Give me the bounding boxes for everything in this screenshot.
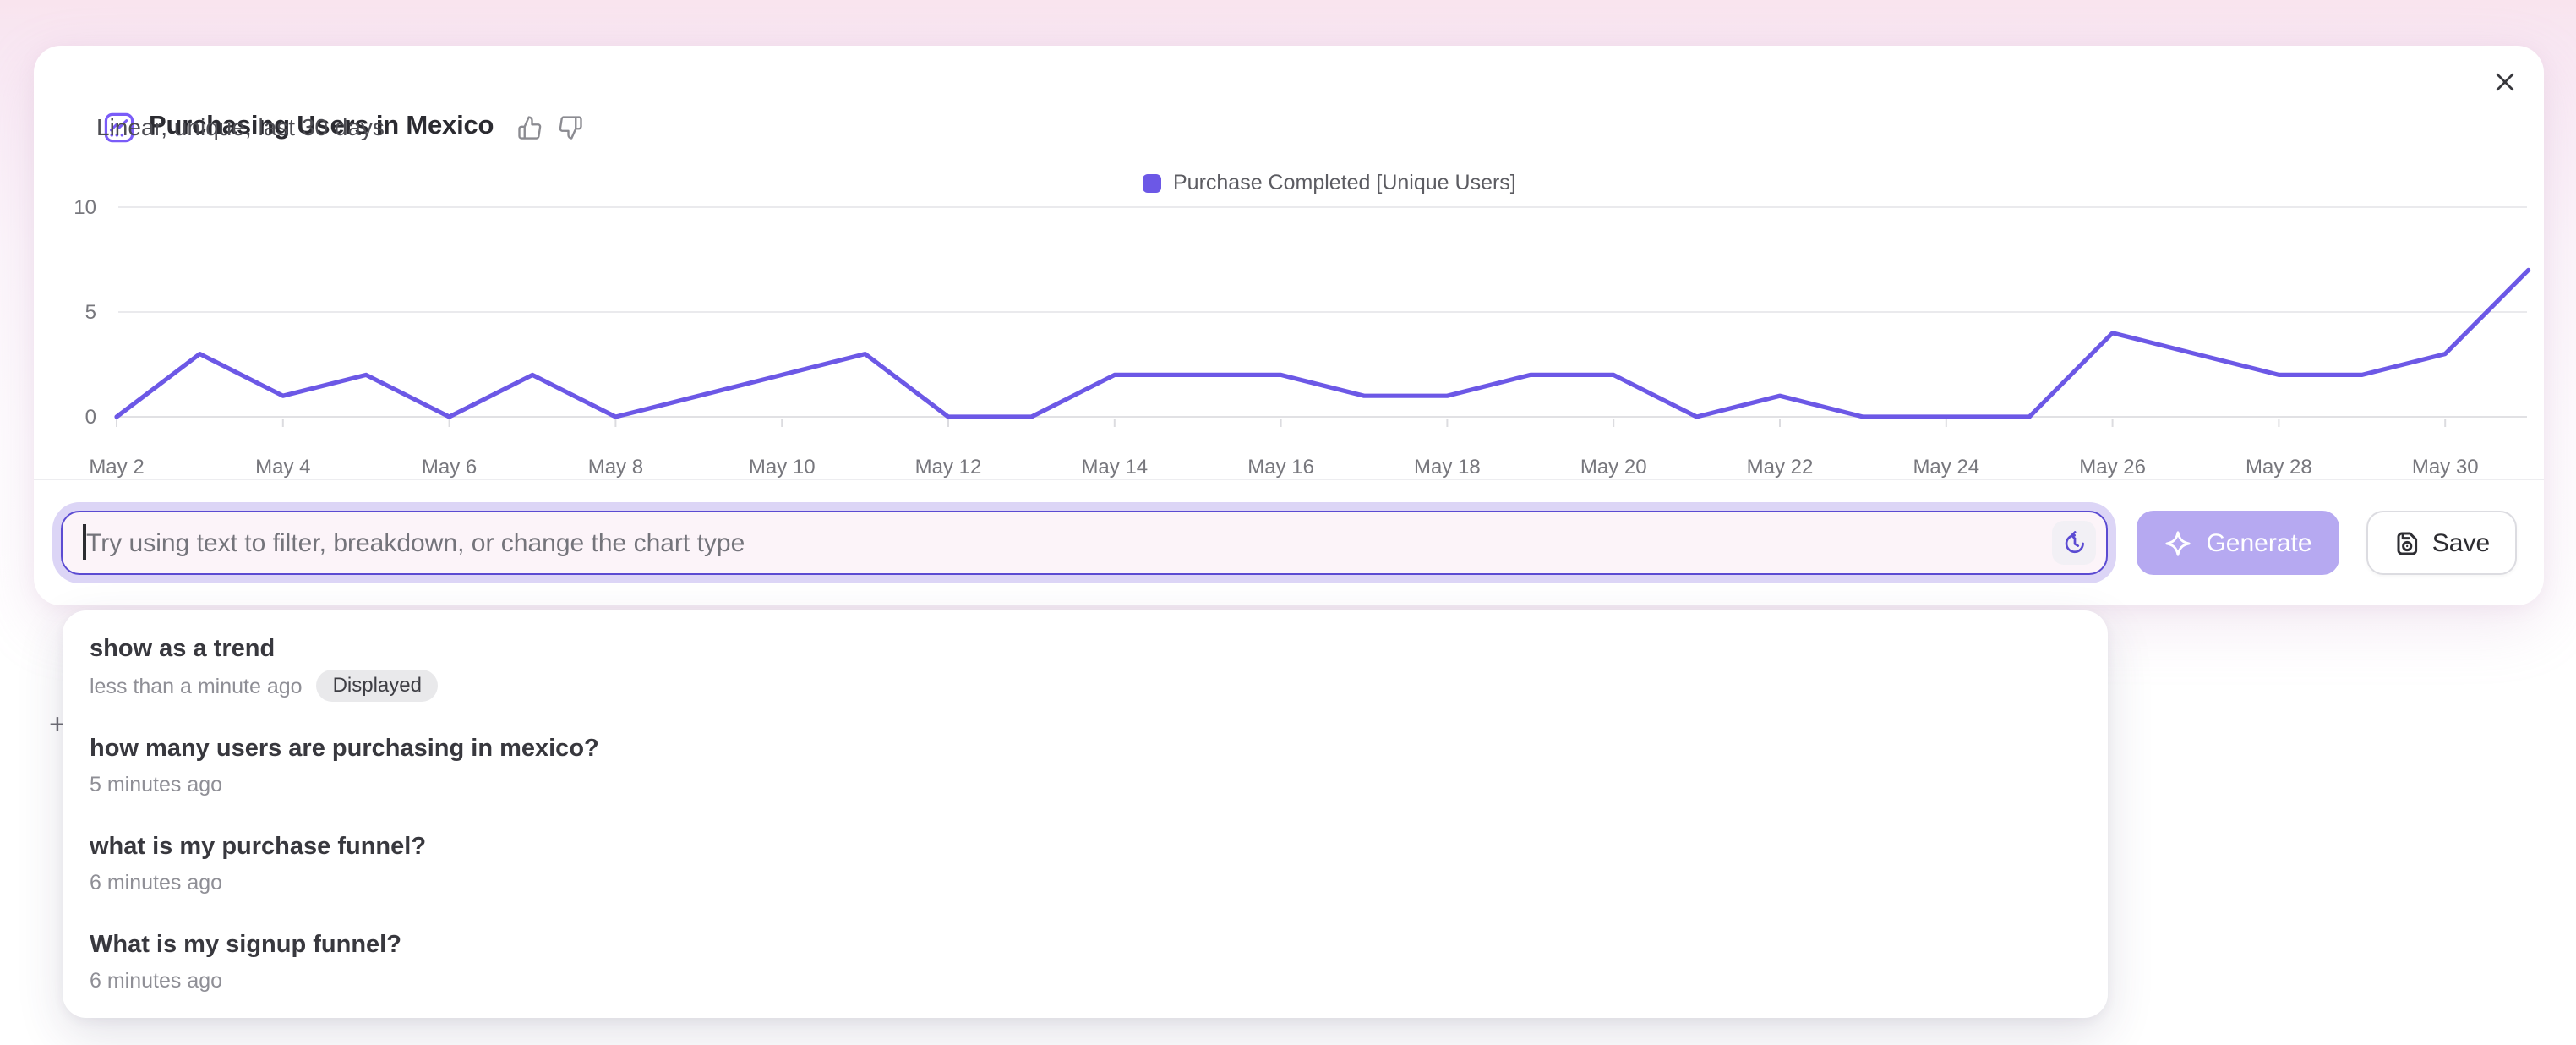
history-item-time: 5 minutes ago: [90, 769, 222, 800]
x-axis-tick-label: May 14: [1081, 456, 1148, 479]
section-divider: [34, 479, 2544, 480]
x-axis-tick-label: May 30: [2412, 456, 2479, 479]
save-label: Save: [2432, 528, 2490, 557]
close-button[interactable]: [2483, 59, 2527, 103]
chart-card: Purchasing Users in Mexico Linear, uniqu…: [34, 46, 2544, 605]
history-item-time: 6 minutes ago: [90, 966, 222, 996]
history-item-query: What is my signup funnel?: [90, 928, 2081, 962]
y-axis-tick-label: 10: [74, 196, 96, 219]
history-item-badge: Displayed: [316, 670, 439, 702]
history-clock-icon: [2060, 528, 2088, 557]
prompt-input[interactable]: [63, 512, 2106, 573]
x-axis-tick-label: May 24: [1913, 456, 1979, 479]
history-item-meta: less than a minute ago Displayed: [90, 670, 2081, 702]
generate-label: Generate: [2206, 528, 2311, 557]
generate-button[interactable]: Generate: [2137, 511, 2339, 575]
save-icon: [2393, 529, 2420, 556]
history-item-time: less than a minute ago: [90, 670, 303, 701]
history-item[interactable]: how many users are purchasing in mexico?…: [63, 717, 2108, 815]
x-axis-tick-label: May 28: [2246, 456, 2312, 479]
history-item-query: show as a trend: [90, 632, 2081, 666]
history-item-query: what is my purchase funnel?: [90, 830, 2081, 864]
y-axis-tick-label: 0: [85, 406, 96, 429]
history-item[interactable]: What is my signup funnel? 6 minutes ago: [63, 913, 2108, 1011]
history-button[interactable]: [2052, 521, 2096, 565]
history-item[interactable]: show as a trend less than a minute ago Dis…: [63, 617, 2108, 717]
x-axis-tick-label: May 22: [1747, 456, 1814, 479]
x-axis-tick-label: May 4: [255, 456, 310, 479]
history-item-meta: 6 minutes ago: [90, 867, 2081, 898]
x-axis-tick-label: May 6: [422, 456, 477, 479]
history-item-time: 6 minutes ago: [90, 867, 222, 898]
chart-series-line[interactable]: [117, 270, 2529, 417]
history-item-meta: 5 minutes ago: [90, 769, 2081, 800]
x-axis-tick-label: May 8: [588, 456, 643, 479]
history-dropdown: show as a trend less than a minute ago Dis…: [63, 610, 2108, 1018]
x-axis-tick-label: May 2: [89, 456, 144, 479]
sparkle-icon: [2164, 528, 2192, 557]
chart-subtitle: Linear, unique, last 30 days: [96, 113, 385, 140]
x-axis-tick-label: May 10: [749, 456, 816, 479]
history-item-meta: 6 minutes ago: [90, 966, 2081, 996]
x-axis-tick-label: May 16: [1247, 456, 1314, 479]
x-axis-tick-label: May 26: [2079, 456, 2146, 479]
thumbs-down-button[interactable]: [556, 112, 585, 141]
history-item-query: how many users are purchasing in mexico?: [90, 732, 2081, 766]
prompt-input-wrapper: [61, 511, 2108, 575]
history-item[interactable]: what is my purchase funnel?6 minutes ago: [63, 815, 2108, 913]
text-caret: [83, 524, 85, 560]
page-background: Purchasing Users in Mexico Linear, uniqu…: [0, 0, 2576, 1045]
x-axis-tick-label: May 20: [1580, 456, 1647, 479]
x-axis-tick-label: May 18: [1414, 456, 1481, 479]
x-axis-tick-label: May 12: [915, 456, 982, 479]
y-axis-tick-label: 5: [85, 301, 96, 324]
line-chart[interactable]: 0 5 10 May 2 May 4 May 6 May 8 May 10 May 12 May …: [34, 186, 2544, 490]
thumbs-up-button[interactable]: [516, 112, 544, 141]
save-button[interactable]: Save: [2366, 511, 2517, 575]
